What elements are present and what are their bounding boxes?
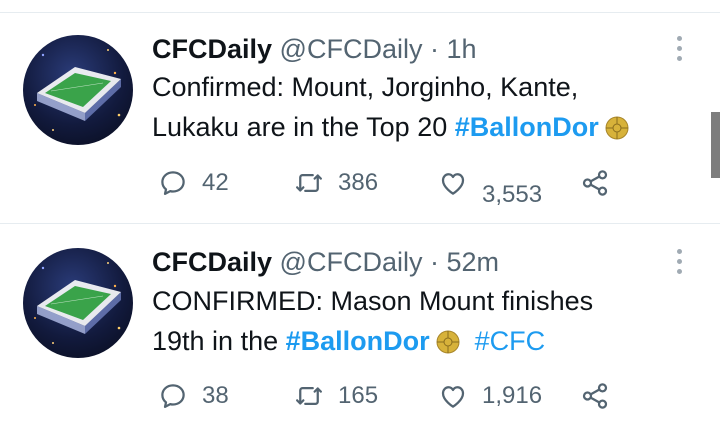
retweet-button[interactable]: 386 [294, 168, 378, 198]
heart-icon [441, 386, 465, 408]
tweet-text-line-2: Lukaku are in the Top 20 #BallonDor [152, 107, 692, 147]
more-dot [677, 56, 682, 61]
golden-ball-emoji-icon [436, 330, 460, 354]
reply-count: 42 [202, 169, 229, 196]
hashtag-link[interactable]: #BallonDor [455, 112, 599, 142]
separator: · [429, 34, 439, 64]
share-button[interactable] [580, 168, 610, 198]
more-dot [677, 46, 682, 51]
more-options-button[interactable] [672, 36, 686, 70]
timestamp[interactable]: 1h [447, 34, 477, 64]
tweet-1[interactable]: CFCDaily @CFCDaily · 1h Confirmed: Mount… [0, 13, 720, 223]
stadium-avatar-image [34, 262, 121, 344]
reply-icon [161, 171, 185, 195]
more-dot [677, 259, 682, 264]
tweet-header: CFCDaily @CFCDaily · 52m [152, 246, 499, 278]
handle[interactable]: @CFCDaily [280, 34, 423, 64]
hashtag-link[interactable]: #CFC [475, 326, 546, 356]
retweet-button[interactable]: 165 [294, 381, 378, 411]
tweet-text-segment: Lukaku are in the Top 20 [152, 112, 455, 142]
retweet-icon [296, 174, 322, 192]
more-vertical-icon [677, 36, 682, 41]
avatar[interactable] [23, 248, 133, 358]
share-icon [582, 170, 608, 196]
reply-count: 38 [202, 382, 229, 409]
more-options-button[interactable] [672, 249, 686, 283]
retweet-icon [296, 387, 322, 405]
like-button[interactable]: 3,553 [438, 168, 542, 208]
tweet-text: Confirmed: Mount, Jorginho, Kante, Lukak… [152, 67, 692, 147]
share-icon [582, 383, 608, 409]
tweet-text-segment: 19th in the [152, 326, 286, 356]
avatar[interactable] [23, 35, 133, 145]
reply-button[interactable]: 42 [158, 168, 229, 198]
tweet-text-line-1: CONFIRMED: Mason Mount finishes [152, 286, 594, 316]
retweet-count: 386 [338, 169, 379, 196]
stadium-avatar-image [34, 49, 121, 131]
handle[interactable]: @CFCDaily [280, 247, 423, 277]
display-name[interactable]: CFCDaily [152, 34, 272, 64]
tweet-text: CONFIRMED: Mason Mount finishes 19th in … [152, 281, 692, 361]
golden-ball-emoji-icon [605, 116, 629, 140]
tweet-2[interactable]: CFCDaily @CFCDaily · 52m CONFIRMED: Maso… [0, 224, 720, 434]
more-vertical-icon [677, 249, 682, 254]
retweet-count: 165 [338, 382, 379, 409]
tweet-header: CFCDaily @CFCDaily · 1h [152, 33, 477, 65]
like-count: 3,553 [482, 181, 543, 208]
hashtag-link[interactable]: #BallonDor [286, 326, 430, 356]
timestamp[interactable]: 52m [447, 247, 500, 277]
like-count: 1,916 [482, 382, 543, 409]
more-dot [677, 269, 682, 274]
reply-icon [161, 384, 185, 408]
reply-button[interactable]: 38 [158, 381, 229, 411]
tweet-text-line-2: 19th in the #BallonDor #CFC [152, 321, 692, 361]
tweet-text-line-1: Confirmed: Mount, Jorginho, Kante, [152, 72, 579, 102]
heart-icon [441, 173, 465, 195]
share-button[interactable] [580, 381, 610, 411]
like-button[interactable]: 1,916 [438, 381, 542, 411]
scrollbar-thumb[interactable] [711, 112, 720, 178]
display-name[interactable]: CFCDaily [152, 247, 272, 277]
separator: · [429, 247, 439, 277]
